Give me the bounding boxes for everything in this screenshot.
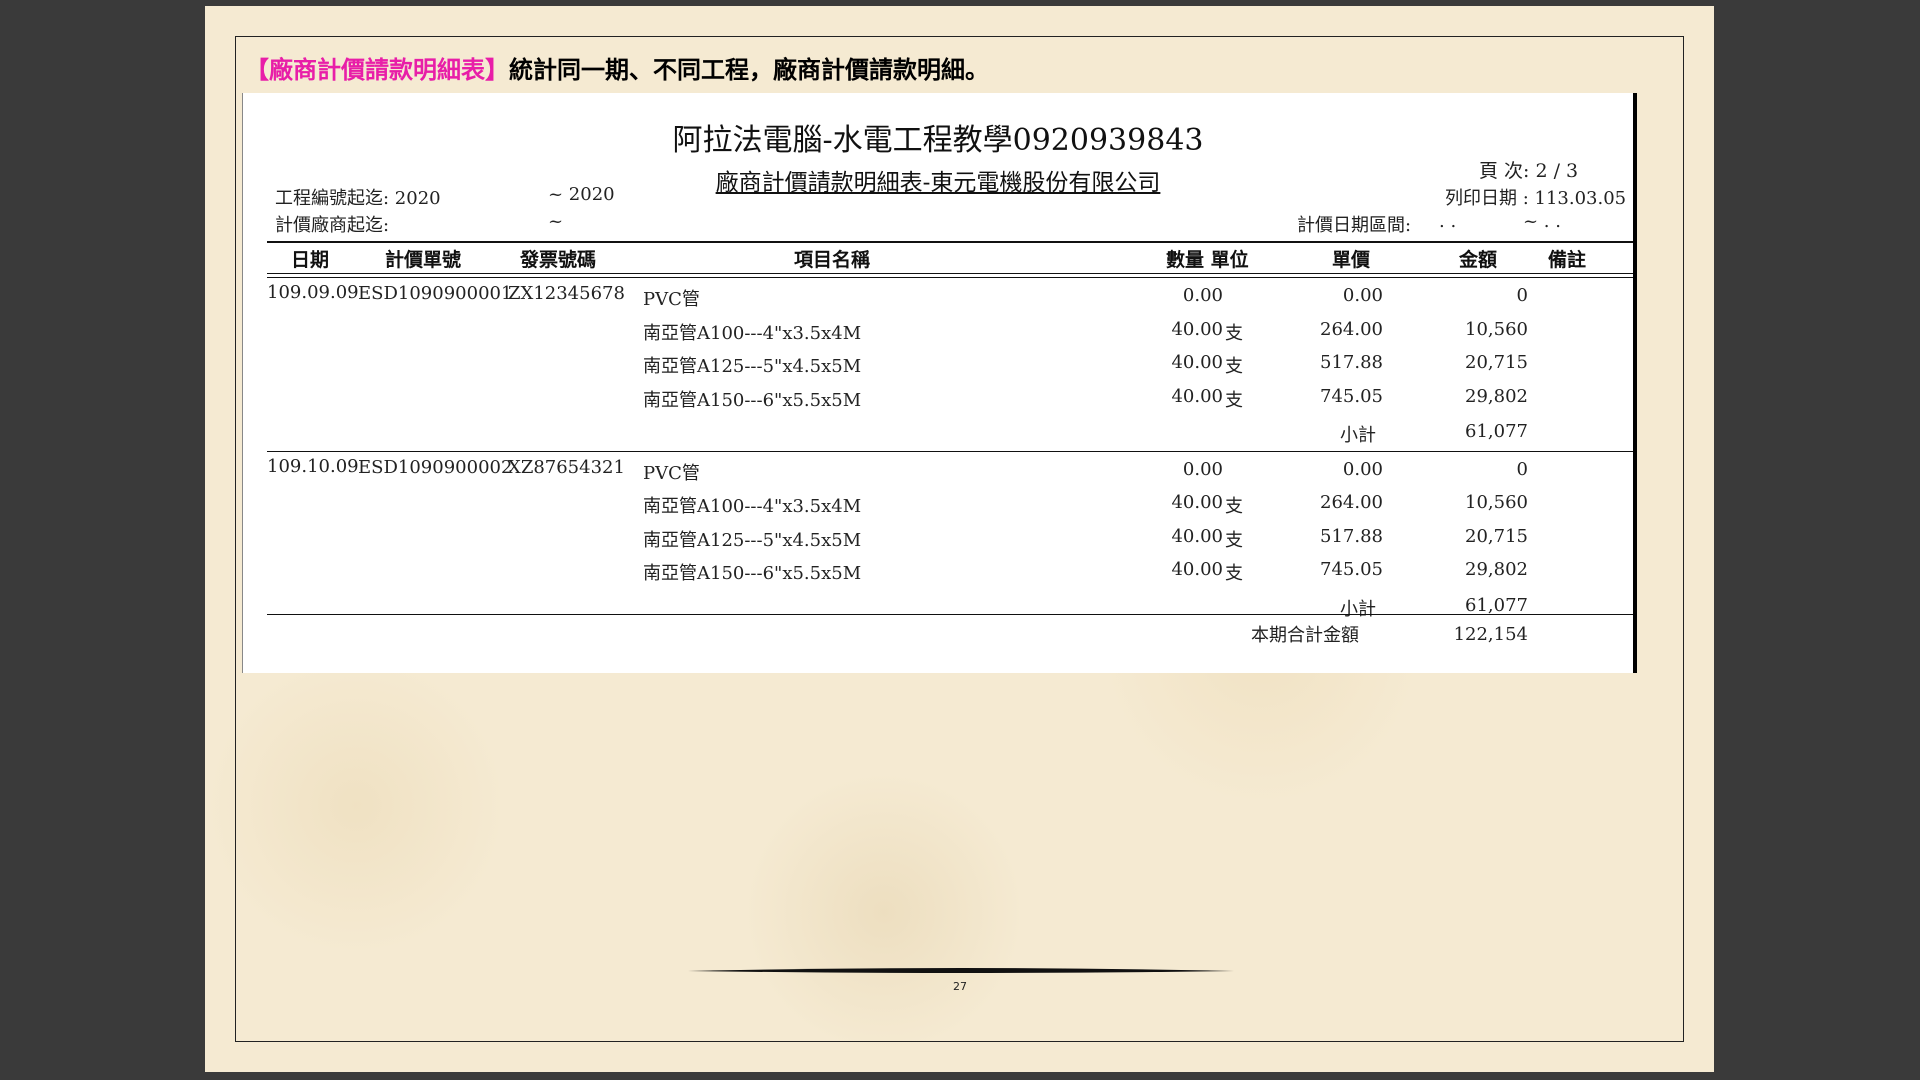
col-unit-price: 單價 <box>1332 249 1371 271</box>
heading-text: 統計同一期、不同工程，廠商計價請款明細。 <box>509 56 989 84</box>
item-name: 南亞管A150---6"x5.5x5M <box>643 563 862 584</box>
item-name: 南亞管A150---6"x5.5x5M <box>643 389 862 411</box>
total-label: 本期合計金額 <box>1251 625 1359 646</box>
print-date: 列印日期 : 113.03.05 <box>1445 188 1627 209</box>
col-remark: 備註 <box>1548 249 1587 271</box>
date-range-from: . . <box>1439 211 1457 232</box>
item-amount: 0 <box>1516 285 1528 306</box>
date-range-label: 計價日期區間: <box>1297 215 1412 236</box>
subtotal-label: 小計 <box>1340 598 1376 620</box>
col-item: 項目名稱 <box>794 249 871 271</box>
col-amount: 金額 <box>1459 249 1498 271</box>
row-bill-no: ESD1090900001 <box>358 283 513 304</box>
item-amount: 29,802 <box>1465 559 1528 580</box>
item-unit: 支 <box>1225 529 1243 551</box>
project-range-end: ~ 2020 <box>548 184 615 205</box>
item-amount: 20,715 <box>1465 352 1528 373</box>
total-rule <box>267 614 1633 615</box>
item-unit-price: 0.00 <box>1342 458 1383 480</box>
subtotal-amount: 61,077 <box>1465 594 1528 616</box>
item-qty: 40.00 <box>1171 525 1223 547</box>
col-qty-unit: 數量 單位 <box>1166 249 1249 271</box>
page-indicator: 頁 次: 2 / 3 <box>1479 160 1579 182</box>
group-divider <box>267 450 1633 452</box>
project-range-label: 工程編號起迄: 2020 <box>275 188 441 209</box>
item-unit: 支 <box>1225 496 1243 517</box>
item-name: 南亞管A125---5"x4.5x5M <box>643 356 862 377</box>
item-unit: 支 <box>1225 563 1243 584</box>
item-amount: 20,715 <box>1465 525 1528 547</box>
report-subtitle: 廠商計價請款明細表-東元電機股份有限公司 <box>715 170 1161 196</box>
vendor-range-label: 計價廠商起迄: <box>275 215 390 236</box>
heading-tag: 【廠商計價請款明細表】 <box>245 56 509 84</box>
item-qty: 40.00 <box>1171 385 1223 407</box>
item-unit-price: 264.00 <box>1320 492 1383 513</box>
item-unit: 支 <box>1225 356 1243 377</box>
row-date: 109.10.09 <box>267 455 359 477</box>
item-qty: 40.00 <box>1171 318 1223 340</box>
item-unit: 支 <box>1225 322 1243 344</box>
item-unit-price: 264.00 <box>1320 318 1383 340</box>
subtotal-label: 小計 <box>1340 425 1376 446</box>
item-name: 南亞管A100---4"x3.5x4M <box>643 496 862 517</box>
report-title: 阿拉法電腦-水電工程教學0920939843 <box>672 123 1204 158</box>
item-qty: 40.00 <box>1171 352 1223 373</box>
subtotal-amount: 61,077 <box>1465 421 1528 442</box>
page-number: 27 <box>953 980 967 993</box>
header-rule-bottom-2 <box>267 277 1633 278</box>
row-invoice-no: ZX12345678 <box>508 283 625 304</box>
footer-divider <box>688 968 1234 973</box>
row-invoice-no: XZ87654321 <box>508 456 625 478</box>
item-unit-price: 745.05 <box>1320 559 1383 580</box>
item-amount: 29,802 <box>1465 385 1528 407</box>
vendor-range-end: ~ <box>548 211 564 232</box>
col-date: 日期 <box>291 249 330 271</box>
item-amount: 10,560 <box>1465 492 1528 513</box>
item-unit-price: 517.88 <box>1320 525 1383 547</box>
item-name: 南亞管A125---5"x4.5x5M <box>643 529 862 551</box>
row-bill-no: ESD1090900002 <box>358 456 513 478</box>
item-unit-price: 0.00 <box>1342 285 1383 306</box>
item-amount: 10,560 <box>1465 318 1528 340</box>
date-range-to: ~ . . <box>1523 211 1561 232</box>
item-unit-price: 745.05 <box>1320 385 1383 407</box>
item-unit-price: 517.88 <box>1320 352 1383 373</box>
item-name: 南亞管A100---4"x3.5x4M <box>643 322 862 344</box>
item-amount: 0 <box>1516 458 1528 480</box>
col-invoice-no: 發票號碼 <box>520 249 597 271</box>
item-qty: 0.00 <box>1182 458 1223 480</box>
total-amount: 122,154 <box>1453 624 1528 645</box>
item-name: PVC管 <box>643 289 700 310</box>
item-name: PVC管 <box>643 462 700 484</box>
slide-heading: 【廠商計價請款明細表】統計同一期、不同工程，廠商計價請款明細。 <box>245 50 989 85</box>
header-rule-top <box>267 241 1633 243</box>
item-qty: 40.00 <box>1171 559 1223 580</box>
item-qty: 40.00 <box>1171 492 1223 513</box>
item-unit: 支 <box>1225 389 1243 411</box>
col-bill-no: 計價單號 <box>385 249 462 271</box>
item-qty: 0.00 <box>1182 285 1223 306</box>
report-image: 阿拉法電腦-水電工程教學0920939843 廠商計價請款明細表-東元電機股份有… <box>242 93 1633 673</box>
header-rule-bottom-1 <box>267 273 1633 274</box>
row-date: 109.09.09 <box>267 282 359 303</box>
